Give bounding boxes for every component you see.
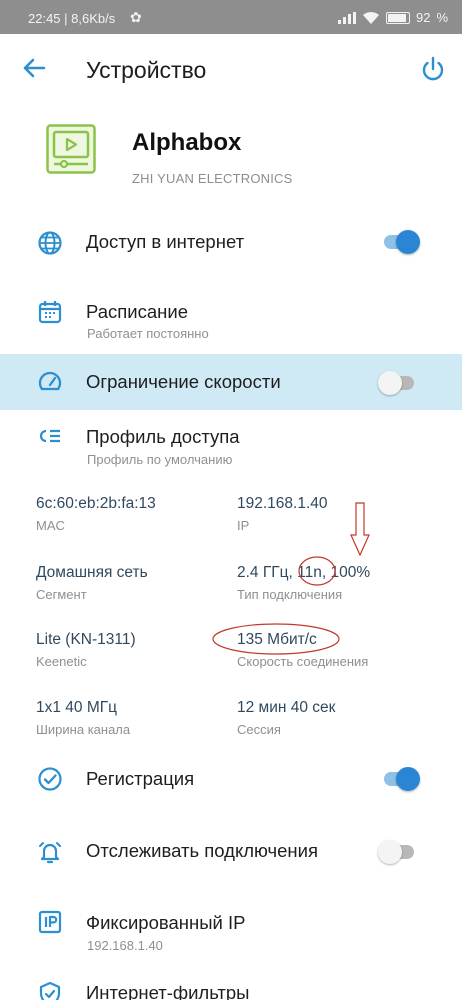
app-bar: Устройство [0, 34, 462, 104]
info-mac-key: MAC [36, 518, 65, 533]
info-mac: 6c:60:eb:2b:fa:13 MAC [36, 495, 156, 533]
status-indicators: 92% [337, 10, 448, 25]
info-session-key: Сессия [237, 722, 281, 737]
info-link-speed-key: Скорость соединения [237, 654, 369, 669]
info-link-speed-value: 135 Мбит/с [237, 631, 317, 648]
info-segment-value: Домашняя сеть [36, 564, 148, 581]
info-segment-key: Сегмент [36, 587, 87, 602]
info-session: 12 мин 40 сек Сессия [237, 699, 335, 737]
registration-row[interactable]: Регистрация [0, 752, 462, 807]
info-session-value: 12 мин 40 сек [237, 699, 336, 716]
calendar-icon [38, 301, 62, 324]
speedometer-icon [38, 371, 62, 391]
speed-limit-row[interactable]: Ограничение скорости [0, 354, 462, 410]
internet-filters-row[interactable]: Интернет-фильтры [0, 972, 462, 1000]
info-channel-width-value: 1x1 40 МГц [36, 699, 118, 716]
wifi-icon [362, 11, 379, 24]
globe-icon [38, 231, 62, 255]
info-access-point-value: Lite (KN-1311) [36, 631, 136, 648]
shield-check-icon [39, 981, 61, 1000]
back-arrow-icon[interactable] [20, 54, 48, 82]
annotation-arrow [350, 502, 370, 557]
info-ip-value: 192.168.1.40 [237, 495, 328, 512]
fixed-ip-label: Фиксированный IP [86, 912, 246, 933]
fixed-ip-sub: 192.168.1.40 [87, 938, 163, 953]
profile-list-icon [39, 429, 60, 443]
device-name: Alphabox [132, 129, 242, 156]
info-access-point-key: Keenetic [36, 654, 87, 669]
settings-notification-icon: ✿ [130, 9, 142, 25]
info-channel-width: 1x1 40 МГц Ширина канала [36, 699, 130, 737]
battery-icon [385, 11, 410, 24]
speed-limit-label: Ограничение скорости [86, 371, 281, 392]
info-connection-type-key: Тип подключения [237, 587, 343, 602]
info-ip-key: IP [237, 518, 250, 533]
info-mac-value: 6c:60:eb:2b:fa:13 [36, 495, 156, 512]
info-segment: Домашняя сеть Сегмент [36, 564, 148, 602]
registration-toggle[interactable] [378, 765, 424, 791]
info-ip: 192.168.1.40 IP [237, 495, 328, 533]
media-player-icon [46, 124, 96, 174]
info-access-point: Lite (KN-1311) Keenetic [36, 631, 136, 669]
page-title: Устройство [86, 57, 207, 83]
device-vendor: ZHI YUAN ELECTRONICS [132, 171, 293, 186]
internet-filters-label: Интернет-фильтры [86, 982, 250, 1000]
access-profile-row[interactable]: Профиль доступа Профиль по умолчанию [0, 412, 462, 474]
fixed-ip-row[interactable]: Фиксированный IP 192.168.1.40 [0, 896, 462, 958]
signal-icon [337, 11, 356, 24]
internet-access-row[interactable]: Доступ в интернет [0, 215, 462, 270]
power-icon[interactable] [418, 54, 448, 84]
access-profile-label: Профиль доступа [86, 426, 240, 447]
ip-badge-icon [38, 910, 62, 934]
check-circle-icon [38, 767, 62, 791]
status-bar: 22:45 | 8,6Kb/s ✿ 92% [0, 0, 462, 34]
status-time: 22:45 | 8,6Kb/s [28, 11, 116, 26]
registration-label: Регистрация [86, 768, 195, 789]
access-profile-sub: Профиль по умолчанию [87, 452, 233, 467]
alarm-bell-icon [39, 842, 61, 864]
schedule-row[interactable]: Расписание Работает постоянно [0, 285, 462, 347]
info-connection-type: 2.4 ГГц, 11n, 100% Тип подключения [237, 564, 370, 602]
internet-access-label: Доступ в интернет [86, 231, 245, 252]
speed-limit-toggle[interactable] [378, 369, 424, 395]
track-connections-label: Отслеживать подключения [86, 840, 318, 861]
battery-level: 92 [415, 10, 431, 25]
track-connections-row[interactable]: Отслеживать подключения [0, 824, 462, 879]
info-connection-type-value: 2.4 ГГц, 11n, 100% [237, 564, 371, 581]
info-channel-width-key: Ширина канала [36, 722, 131, 737]
schedule-sub: Работает постоянно [87, 326, 209, 341]
internet-access-toggle[interactable] [378, 228, 424, 254]
track-connections-toggle[interactable] [378, 838, 424, 864]
info-link-speed: 135 Мбит/с Скорость соединения [237, 631, 368, 669]
schedule-label: Расписание [86, 301, 188, 322]
